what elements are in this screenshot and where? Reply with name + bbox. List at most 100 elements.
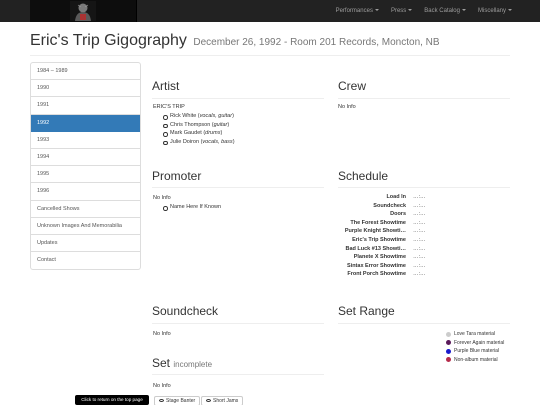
legend-label: Forever Again material: [454, 339, 505, 346]
schedule-time: …:…: [413, 228, 426, 235]
sidebar-item-1996[interactable]: 1996: [31, 183, 140, 201]
nav-menu: Performances Press Back Catalog Miscella…: [330, 0, 518, 22]
legend-item: Love Tara material: [446, 331, 516, 337]
schedule-label: Bad Luck #13 Showti…: [345, 245, 406, 252]
nav-item-label: Performances: [335, 8, 373, 14]
back-to-top-tooltip[interactable]: Click to return on the top page: [75, 395, 149, 405]
schedule-label: Soundcheck: [373, 202, 406, 209]
table-row: Planete X Showtime …:…: [337, 253, 467, 262]
caret-down-icon: [374, 9, 379, 12]
table-row: Front Porch Showtime …:…: [337, 270, 467, 279]
sidebar-item-updates[interactable]: Updates: [31, 235, 140, 253]
schedule-time: …:…: [413, 202, 426, 209]
table-row: Purple Knight Showti… …:…: [337, 227, 467, 236]
soundcheck-divider: [152, 323, 324, 324]
sidebar-item-unknown-images[interactable]: Unknown Images And Memorabilia: [31, 218, 140, 235]
eye-icon: [159, 399, 164, 403]
legend-label: Purple Blue material: [454, 348, 500, 354]
page-subtitle: December 26, 1992 - Room 201 Records, Mo…: [193, 37, 440, 48]
schedule-time: …:…: [413, 254, 426, 261]
promoter-divider: [152, 187, 324, 188]
crew-info: No Info: [338, 104, 356, 110]
list-item: Julie Doiron (vocals, bass): [163, 138, 235, 147]
set-title: Set: [152, 356, 171, 370]
legend-dot-icon: [446, 340, 451, 345]
sidebar-item-1994[interactable]: 1994: [31, 149, 140, 167]
schedule-time: …:…: [413, 236, 426, 243]
legend-item: Purple Blue material: [446, 348, 516, 354]
legend-dot-icon: [446, 348, 451, 354]
table-row: Eric's Trip Showtime …:…: [337, 236, 467, 245]
table-row: Soundcheck …:…: [337, 202, 467, 211]
schedule-label: Doors: [390, 211, 406, 218]
member-role: vocals, bass: [202, 138, 233, 145]
caret-down-icon: [508, 9, 512, 12]
set-heading: Set incomplete: [152, 356, 212, 370]
logo-image: [70, 1, 96, 21]
sidebar: 1984 – 1989 1990 1991 1992 1993 1994 199…: [30, 62, 141, 271]
button-label: Stage Banter: [166, 398, 196, 404]
schedule-table: Load In …:… Soundcheck …:… Doors …:… The Fo…: [337, 193, 467, 279]
schedule-label: Purple Knight Showti…: [344, 228, 406, 235]
soundcheck-heading: Soundcheck: [152, 304, 219, 318]
promoter-heading: Promoter: [152, 169, 202, 183]
artist-members: Rick White (vocals, guitar) Chris Thomps…: [163, 112, 235, 146]
site-logo[interactable]: [30, 0, 137, 22]
sidebar-item-contact[interactable]: Contact: [31, 252, 140, 269]
caret-down-icon: [461, 9, 466, 12]
schedule-time: …:…: [413, 194, 426, 200]
button-label: Short Jams: [213, 398, 239, 404]
stage-banter-button[interactable]: Stage Banter: [154, 396, 201, 405]
sidebar-item-1984-1989[interactable]: 1984 – 1989: [31, 63, 140, 81]
sidebar-item-1993[interactable]: 1993: [31, 132, 140, 149]
nav-item-label: Miscellany: [477, 8, 506, 14]
list-item: Name Here If Known: [163, 203, 221, 212]
table-row: Sintax Error Showtime …:…: [337, 262, 467, 271]
eye-icon: [206, 399, 211, 403]
schedule-label: Planete X Showtime: [353, 254, 406, 261]
set-range-legend: Love Tara material Forever Again materia…: [446, 331, 516, 365]
nav-item-label: Press: [390, 8, 407, 14]
legend-item: Non-album material: [446, 357, 516, 363]
member-name: Chris Thompson: [170, 121, 211, 128]
table-row: Doors …:…: [337, 210, 467, 219]
member-name: Julie Doiron: [170, 138, 200, 145]
set-info: No Info: [153, 383, 171, 389]
set-range-divider: [338, 323, 510, 324]
schedule-label: Sintax Error Showtime: [347, 262, 406, 269]
schedule-time: …:…: [413, 271, 426, 278]
promoter-info: No Info: [153, 195, 171, 201]
sidebar-item-cancelled-shows[interactable]: Cancelled Shows: [31, 201, 140, 218]
sidebar-item-1991[interactable]: 1991: [31, 97, 140, 115]
schedule-time: …:…: [413, 262, 426, 269]
schedule-divider: [338, 187, 510, 188]
crew-heading: Crew: [338, 79, 367, 93]
soundcheck-info: No Info: [153, 331, 171, 337]
nav-item-press[interactable]: Press: [385, 0, 418, 22]
navbar: Performances Press Back Catalog Miscella…: [0, 0, 540, 22]
schedule-label: Load In: [386, 194, 406, 200]
table-row: The Forest Showtime …:…: [337, 219, 467, 228]
schedule-time: …:…: [413, 245, 426, 252]
sidebar-item-1995[interactable]: 1995: [31, 166, 140, 184]
nav-item-miscellany[interactable]: Miscellany: [472, 0, 518, 22]
set-divider: [152, 374, 324, 375]
schedule-label: Front Porch Showtime: [347, 271, 406, 278]
sidebar-item-1990[interactable]: 1990: [31, 80, 140, 98]
legend-label: Non-album material: [454, 356, 498, 363]
artist-heading: Artist: [152, 79, 180, 93]
promoter-list: Name Here If Known: [163, 203, 221, 212]
nav-item-performances[interactable]: Performances: [330, 0, 385, 22]
crew-divider: [338, 98, 510, 99]
nav-item-back-catalog[interactable]: Back Catalog: [418, 0, 472, 22]
set-range-heading: Set Range: [338, 304, 395, 318]
short-jams-button[interactable]: Short Jams: [201, 396, 244, 405]
schedule-heading: Schedule: [338, 169, 389, 183]
schedule-time: …:…: [413, 211, 426, 218]
schedule-label: Eric's Trip Showtime: [352, 236, 406, 243]
list-item: Chris Thompson (guitar): [163, 121, 235, 130]
table-row: Bad Luck #13 Showti… …:…: [337, 245, 467, 254]
list-item: Rick White (vocals, guitar): [163, 112, 235, 121]
list-item: Mark Gaudet (drums): [163, 129, 235, 138]
sidebar-item-1992[interactable]: 1992: [31, 114, 140, 132]
